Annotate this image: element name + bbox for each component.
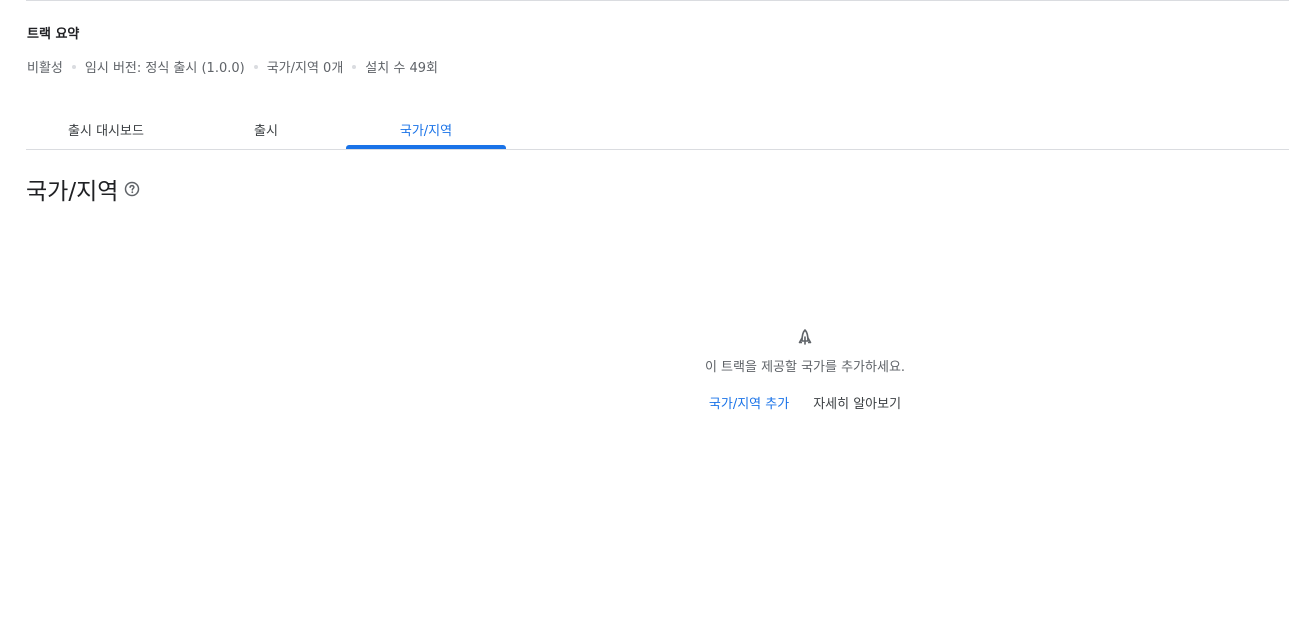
section-heading: 국가/지역	[26, 172, 140, 206]
status-text: 비활성	[27, 61, 63, 76]
track-summary-title: 트랙 요약	[27, 27, 80, 42]
track-summary-meta: 비활성 임시 버전: 정식 출시 (1.0.0) 국가/지역 0개 설치 수 4…	[27, 57, 438, 76]
empty-state-message: 이 트랙을 제공할 국가를 추가하세요.	[704, 360, 906, 375]
empty-state: 이 트랙을 제공할 국가를 추가하세요. 국가/지역 추가 자세히 알아보기	[605, 328, 1005, 412]
top-divider	[26, 0, 1289, 1]
tab-bar: 출시 대시보드 출시 국가/지역	[26, 110, 1289, 150]
page: 트랙 요약 비활성 임시 버전: 정식 출시 (1.0.0) 국가/지역 0개 …	[0, 0, 1289, 643]
country-count-text: 국가/지역 0개	[266, 61, 344, 76]
help-circle-icon[interactable]	[124, 181, 140, 197]
page-title: 국가/지역	[26, 179, 119, 205]
add-countries-button[interactable]: 국가/지역 추가	[709, 393, 789, 412]
install-count-text: 설치 수 49회	[365, 61, 438, 76]
tabs-divider	[26, 149, 1289, 150]
draft-version-text: 임시 버전: 정식 출시 (1.0.0)	[84, 61, 245, 76]
meta-separator-dot	[253, 64, 258, 69]
tab-countries-regions[interactable]: 국가/지역	[346, 110, 506, 148]
meta-separator-dot	[352, 64, 357, 69]
empty-state-actions: 국가/지역 추가 자세히 알아보기	[709, 393, 901, 412]
tab-releases[interactable]: 출시	[186, 110, 346, 148]
tab-release-dashboard[interactable]: 출시 대시보드	[26, 110, 186, 148]
rocket-icon	[795, 328, 815, 348]
meta-separator-dot	[71, 64, 76, 69]
learn-more-link[interactable]: 자세히 알아보기	[813, 393, 901, 412]
